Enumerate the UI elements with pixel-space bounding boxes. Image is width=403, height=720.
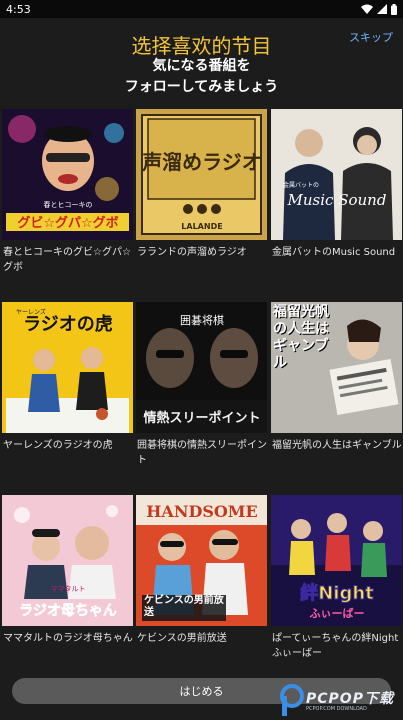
program-card[interactable]: ラジオ母ちゃん ママタルト ママタルトのラジオ母ちゃん [2, 495, 133, 646]
watermark-logo-icon [280, 684, 304, 716]
page-title: 选择喜欢的节目 [131, 34, 272, 58]
program-thumbnail: グビ☆グパ☆グボ 春とヒコーキの [2, 109, 133, 240]
status-icons [361, 3, 397, 15]
status-time: 4:53 [6, 2, 31, 16]
art-title: ラジオ母ちゃん [19, 603, 117, 619]
art-subtitle: LALANDE [181, 222, 222, 231]
program-card[interactable]: ラジオの虎 ヤーレンズ ヤーレンズのラジオの虎 [2, 302, 133, 453]
program-title: 福留光帆の人生はギャンブル [272, 440, 402, 451]
program-card[interactable]: グビ☆グパ☆グボ 春とヒコーキの 春とヒコーキのグビ☆グパ☆グボ [2, 109, 133, 275]
art-subtitle: ママタルト [51, 584, 86, 593]
program-thumbnail: ラジオの虎 ヤーレンズ [2, 302, 133, 433]
art-subtitle: 金属バットの [283, 181, 319, 189]
art-title: 声溜めラジオ [141, 150, 262, 174]
program-thumbnail: 声溜めラジオ LALANDE [136, 109, 267, 240]
art-title: ラジオの虎 [23, 313, 113, 335]
battery-icon [391, 3, 397, 15]
art-title: ケビンスの男前放送 [144, 595, 224, 618]
watermark-subtext: PCPOP.COM DOWNLOAD [306, 706, 367, 712]
status-bar: 4:53 [0, 0, 403, 18]
program-title: 金属バットのMusic Sound [272, 247, 396, 258]
program-card[interactable]: 声溜めラジオ LALANDE ラランドの声溜めラジオ [136, 109, 267, 260]
page-subtitle: 気になる番組を フォローしてみましょう [0, 56, 403, 98]
art-subtitle: ヤーレンズ [16, 308, 46, 316]
wifi-icon [361, 4, 373, 14]
start-button-label: はじめる [179, 685, 224, 698]
program-card[interactable]: 絆Night ふぃーばー ぱーてぃーちゃんの絆Nightふぃーばー [271, 495, 402, 661]
signal-icon [377, 4, 387, 14]
watermark-text: PCPOP下载 [306, 691, 394, 707]
header: 选择喜欢的节目 気になる番組を フォローしてみましょう スキップ [0, 18, 403, 100]
art-subtitle: ふぃーばー [310, 606, 365, 620]
art-title: 絆Night [300, 582, 374, 604]
watermark: PCPOP下载 PCPOP.COM DOWNLOAD [280, 682, 400, 718]
subtitle-line-1: 気になる番組を [152, 58, 251, 74]
program-title: ケビンスの男前放送 [137, 633, 227, 644]
program-thumbnail: 情熱スリーポイント 囲碁将棋 [136, 302, 267, 433]
art-subtitle: HANDSOME [146, 502, 257, 521]
art-subtitle: 春とヒコーキの [44, 200, 93, 209]
program-title: ぱーてぃーちゃんの絆Nightふぃーばー [272, 633, 399, 659]
program-title: 春とヒコーキのグビ☆グパ☆グボ [3, 247, 131, 273]
program-title: 囲碁将棋の情熱スリーポイント [137, 440, 267, 466]
program-thumbnail: 絆Night ふぃーばー [271, 495, 402, 626]
program-card[interactable]: HANDSOME ケビンスの男前放送 ケビンスの男前放送 [136, 495, 267, 646]
program-title: ママタルトのラジオ母ちゃん [3, 633, 133, 644]
program-title: ラランドの声溜めラジオ [137, 247, 247, 258]
program-thumbnail: ラジオ母ちゃん ママタルト [2, 495, 133, 626]
program-card[interactable]: Music Sound 金属バットの 金属バットのMusic Sound [271, 109, 402, 260]
art-title: Music Sound [287, 191, 387, 209]
program-card[interactable]: 福留光帆の人生はギャンブル 福留光帆の人生はギャンブル [271, 302, 402, 453]
art-title: 福留光帆の人生はギャンブル [273, 304, 329, 371]
subtitle-line-2: フォローしてみましょう [124, 79, 279, 95]
program-thumbnail: HANDSOME ケビンスの男前放送 [136, 495, 267, 626]
program-card[interactable]: 情熱スリーポイント 囲碁将棋 囲碁将棋の情熱スリーポイント [136, 302, 267, 468]
art-title: 情熱スリーポイント [143, 410, 260, 426]
program-title: ヤーレンズのラジオの虎 [3, 440, 113, 451]
skip-button[interactable]: スキップ [349, 29, 393, 45]
program-thumbnail: Music Sound 金属バットの [271, 109, 402, 240]
program-thumbnail: 福留光帆の人生はギャンブル [271, 302, 402, 433]
art-title: グビ☆グパ☆グボ [17, 215, 118, 231]
art-subtitle: 囲碁将棋 [180, 313, 224, 327]
